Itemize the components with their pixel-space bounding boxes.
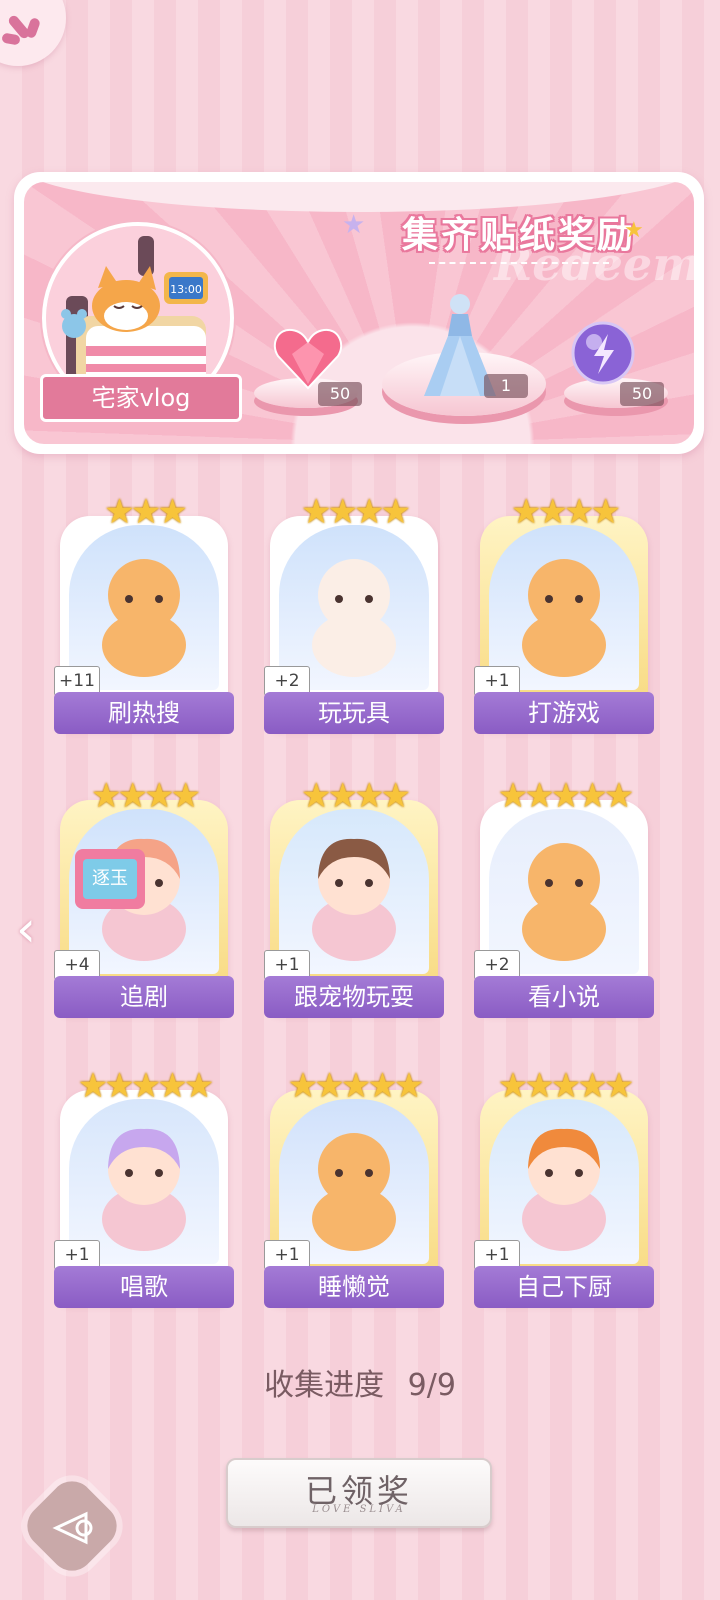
reward-count: 50 [318, 382, 362, 406]
progress-value: 9/9 [407, 1368, 456, 1403]
sticker-card[interactable]: ★★★★ +2 玩玩具 [264, 492, 444, 734]
sticker-label: 自己下厨 [474, 1266, 654, 1308]
sticker-card[interactable]: ★★★★★ +1 自己下厨 [474, 1066, 654, 1308]
claim-button-subtext: LOVE SLIVA [312, 1504, 406, 1515]
star-icon: ★ [624, 218, 644, 243]
reward-count: 50 [620, 382, 664, 406]
flower-petal-icon [24, 16, 42, 40]
album-label: 宅家vlog [40, 374, 242, 422]
sticker-card[interactable]: ★★★★★ +1 唱歌 [54, 1066, 234, 1308]
menu-corner-button[interactable] [0, 0, 66, 66]
sticker-label: 玩玩具 [264, 692, 444, 734]
collection-progress: 收集进度 9/9 [0, 1360, 720, 1404]
sticker-card[interactable]: ★★★ +11 刷热搜 [54, 492, 234, 734]
arrow-back-icon [48, 1502, 100, 1554]
progress-label: 收集进度 [264, 1368, 385, 1403]
sticker-card[interactable]: ★★★★★ +2 看小说 [474, 776, 654, 1018]
sticker-label: 刷热搜 [54, 692, 234, 734]
banner-title: 集齐贴纸奖励 [401, 215, 636, 256]
alarm-time-text: 13:00 [170, 283, 202, 296]
claim-reward-button[interactable]: 已领奖 LOVE SLIVA [226, 1458, 492, 1528]
tv-text: 逐玉 [83, 859, 137, 899]
purple-energy-orb-icon[interactable] [570, 320, 636, 386]
star-icon: ★ [342, 210, 366, 240]
sticker-card[interactable]: ★★★★ +1 跟宠物玩耍 [264, 776, 444, 1018]
sticker-label: 跟宠物玩耍 [264, 976, 444, 1018]
sticker-label: 看小说 [474, 976, 654, 1018]
sticker-card[interactable]: ★★★★ +1 打游戏 [474, 492, 654, 734]
sticker-card[interactable]: ★★★★ 逐玉 +4 追剧 [54, 776, 234, 1018]
reward-count: 1 [484, 374, 528, 398]
sticker-label: 睡懒觉 [264, 1266, 444, 1308]
sticker-card[interactable]: ★★★★★ +1 睡懒觉 [264, 1066, 444, 1308]
tv-screen: 逐玉 [75, 849, 145, 909]
sticker-label: 打游戏 [474, 692, 654, 734]
sticker-label: 追剧 [54, 976, 234, 1018]
sticker-label: 唱歌 [54, 1266, 234, 1308]
chevron-left-icon[interactable]: ‹ [16, 900, 36, 958]
